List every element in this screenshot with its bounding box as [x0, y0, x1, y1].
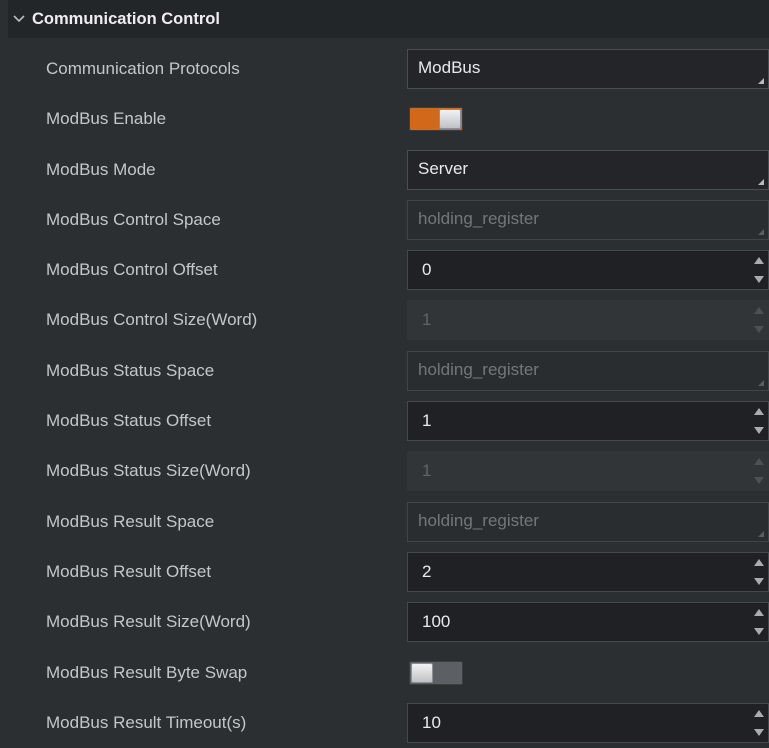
arrow-up-icon: [754, 307, 764, 315]
spin-arrows: [754, 558, 764, 585]
chevron-down-icon[interactable]: [8, 15, 30, 23]
dropdown-value: holding_register: [418, 208, 539, 228]
number-spinbox[interactable]: 2: [407, 551, 769, 592]
arrow-up-icon[interactable]: [754, 609, 764, 617]
dropdown-select[interactable]: Server: [407, 149, 769, 190]
property-row: ModBus Control Size(Word) 1: [0, 295, 769, 345]
property-row: ModBus Result Space holding_register: [0, 497, 769, 547]
property-row: Communication Protocols ModBus: [0, 44, 769, 94]
dropdown-corner-icon: [758, 379, 764, 386]
spin-arrows: [754, 458, 764, 485]
spinbox-value: 1: [422, 411, 432, 431]
property-row: ModBus Result Timeout(s) 10: [0, 698, 769, 748]
property-label: Communication Protocols: [46, 59, 240, 78]
property-row: ModBus Status Offset 1: [0, 396, 769, 446]
dropdown-corner-icon: [758, 228, 764, 235]
property-row: ModBus Enable: [0, 94, 769, 144]
property-label: ModBus Status Size(Word): [46, 461, 251, 481]
toggle-knob: [411, 662, 433, 683]
spinbox-value: 1: [422, 310, 432, 330]
spinbox-value: 10: [422, 712, 441, 732]
property-label: ModBus Result Size(Word): [46, 612, 251, 632]
property-list: Communication Protocols ModBus ModBus Enab…: [0, 44, 769, 748]
dropdown-value: Server: [418, 158, 469, 178]
spin-arrows: [754, 307, 764, 334]
number-spinbox[interactable]: 100: [407, 602, 769, 643]
dropdown-corner-icon: [758, 178, 764, 185]
property-label: ModBus Enable: [46, 109, 167, 129]
property-row: ModBus Result Byte Swap: [0, 648, 769, 698]
number-spinbox: 1: [407, 300, 769, 341]
spin-arrows: [754, 709, 764, 736]
arrow-up-icon[interactable]: [754, 558, 764, 566]
arrow-up-icon[interactable]: [754, 709, 764, 717]
property-label: ModBus Result Space: [46, 511, 215, 531]
number-spinbox[interactable]: 10: [407, 702, 769, 743]
arrow-down-icon[interactable]: [754, 276, 764, 284]
toggle-switch[interactable]: [409, 107, 463, 132]
number-spinbox[interactable]: 1: [407, 401, 769, 442]
spinbox-value: 1: [422, 461, 432, 481]
property-label: ModBus Control Size(Word): [46, 310, 258, 330]
property-label: ModBus Result Timeout(s): [46, 712, 247, 732]
spin-arrows: [754, 257, 764, 284]
arrow-down-icon: [754, 477, 764, 485]
property-label: ModBus Control Offset: [46, 260, 218, 280]
property-row: ModBus Result Offset 2: [0, 547, 769, 597]
section-title: Communication Control: [32, 9, 220, 28]
spin-arrows: [754, 609, 764, 636]
number-spinbox[interactable]: 0: [407, 250, 769, 291]
arrow-up-icon[interactable]: [754, 257, 764, 265]
toggle-switch[interactable]: [409, 660, 463, 685]
section-header[interactable]: Communication Control: [8, 0, 769, 38]
arrow-down-icon[interactable]: [754, 427, 764, 435]
toggle-knob: [439, 109, 461, 130]
property-row: ModBus Control Offset 0: [0, 245, 769, 295]
property-row: ModBus Control Space holding_register: [0, 195, 769, 245]
dropdown-select: holding_register: [407, 501, 769, 542]
spinbox-value: 0: [422, 260, 432, 280]
spinbox-value: 100: [422, 612, 451, 632]
spin-arrows: [754, 408, 764, 435]
arrow-down-icon[interactable]: [754, 628, 764, 636]
property-row: ModBus Mode Server: [0, 145, 769, 195]
arrow-down-icon[interactable]: [754, 728, 764, 736]
dropdown-corner-icon: [758, 530, 764, 537]
dropdown-select: holding_register: [407, 199, 769, 240]
property-row: ModBus Result Size(Word) 100: [0, 597, 769, 647]
property-row: ModBus Status Space holding_register: [0, 346, 769, 396]
dropdown-value: holding_register: [418, 359, 539, 379]
spinbox-value: 2: [422, 561, 432, 581]
property-label: ModBus Status Space: [46, 360, 215, 380]
dropdown-value: holding_register: [418, 510, 539, 530]
property-label: ModBus Result Byte Swap: [46, 662, 248, 682]
dropdown-select: holding_register: [407, 350, 769, 391]
arrow-down-icon: [754, 326, 764, 334]
arrow-up-icon[interactable]: [754, 408, 764, 416]
property-label: ModBus Control Space: [46, 209, 221, 229]
property-panel: Communication Control Communication Prot…: [0, 0, 769, 743]
dropdown-corner-icon: [758, 78, 764, 84]
number-spinbox: 1: [407, 451, 769, 492]
property-row: ModBus Status Size(Word) 1: [0, 446, 769, 496]
arrow-up-icon: [754, 458, 764, 466]
property-label: ModBus Result Offset: [46, 561, 212, 581]
arrow-down-icon[interactable]: [754, 577, 764, 585]
property-label: ModBus Status Offset: [46, 411, 212, 431]
dropdown-value: ModBus: [418, 58, 481, 77]
dropdown-select[interactable]: ModBus: [407, 49, 769, 89]
property-label: ModBus Mode: [46, 159, 156, 179]
